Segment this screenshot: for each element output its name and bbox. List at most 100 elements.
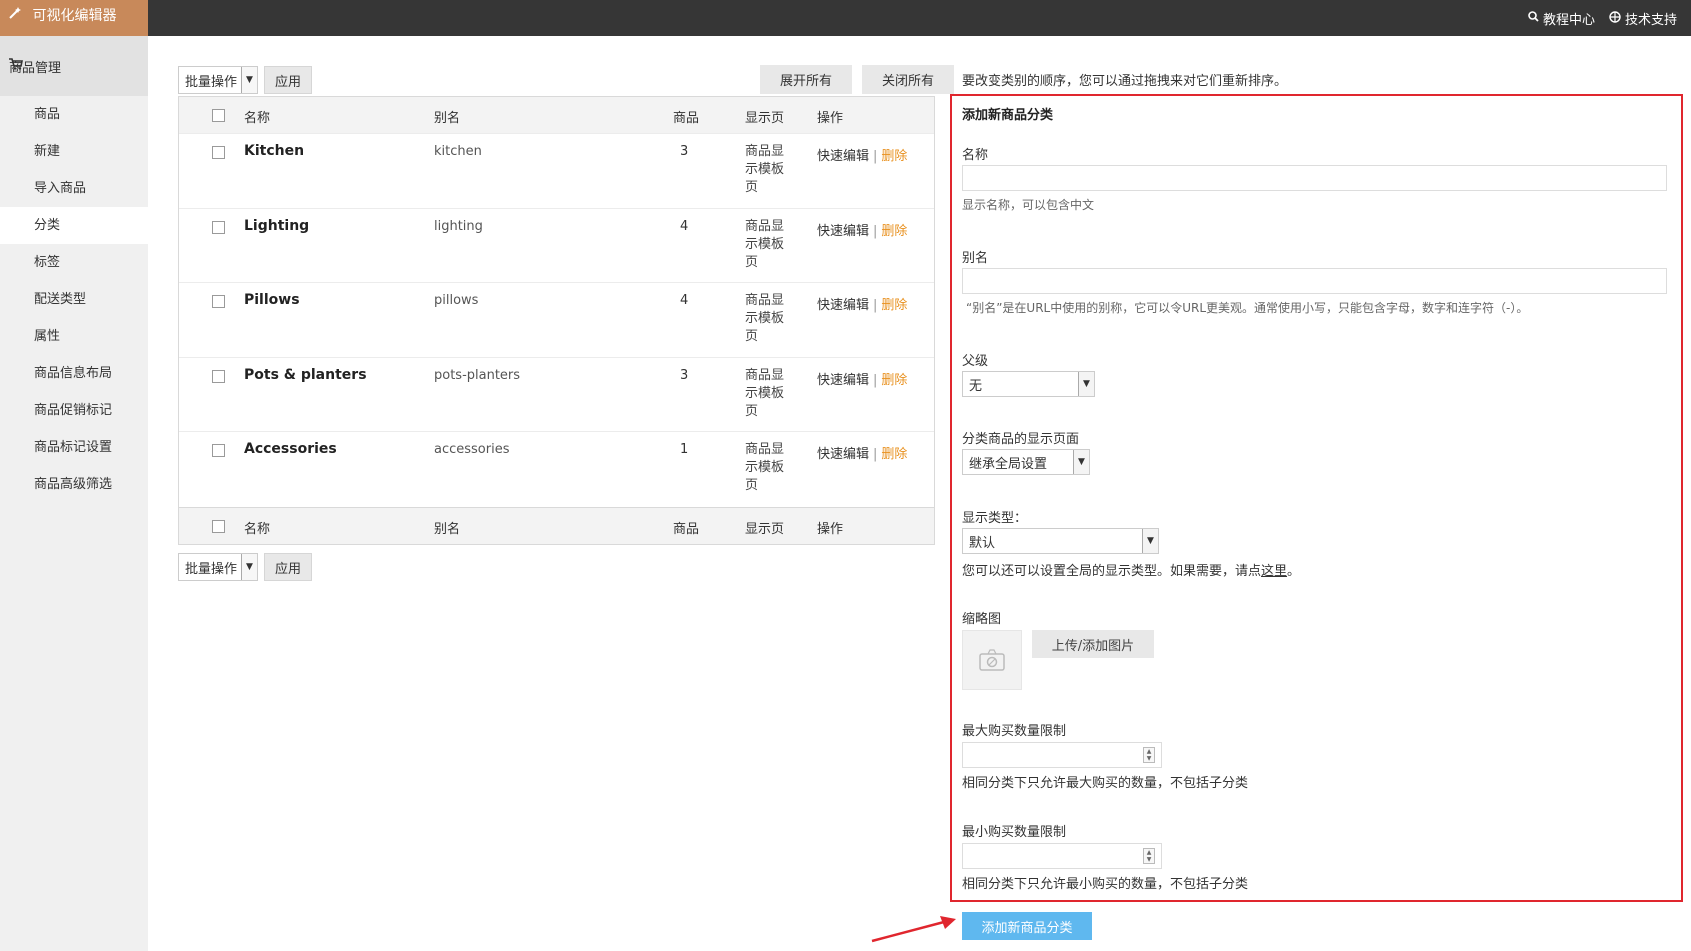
brand[interactable]: 可视化编辑器	[0, 0, 148, 36]
slug-label: 别名	[962, 251, 989, 266]
row-checkbox[interactable]	[212, 369, 225, 383]
action-separator: |	[873, 223, 878, 239]
category-slug: accessories	[434, 442, 510, 457]
category-slug: pillows	[434, 293, 479, 308]
delete-link[interactable]: 删除	[881, 224, 907, 239]
chevron-down-icon: ▼	[241, 554, 258, 580]
tutorial-link-label: 教程中心	[1542, 12, 1595, 28]
row-checkbox[interactable]	[212, 444, 225, 457]
category-name[interactable]: Pots & planters	[244, 367, 367, 383]
sidebar-item-promo-marks[interactable]: 商品促销标记	[0, 392, 148, 429]
min-qty-stepper[interactable]: ▲ ▼	[962, 843, 1162, 869]
select-all-checkbox-footer[interactable]	[212, 519, 225, 533]
delete-link[interactable]: 删除	[881, 447, 907, 462]
max-qty-stepper[interactable]: ▲ ▼	[962, 742, 1162, 768]
sidebar-item-layout[interactable]: 商品信息布局	[0, 355, 148, 392]
category-count[interactable]: 3	[680, 144, 688, 159]
sidebar-item-tags[interactable]: 标签	[0, 244, 148, 281]
min-qty-help: 相同分类下只允许最小购买的数量，不包括子分类	[962, 877, 1249, 892]
support-link[interactable]: 技术支持	[1609, 9, 1677, 28]
sidebar-section-goods[interactable]: 商品管理	[0, 36, 148, 96]
table-row: Pots & planters pots-planters 3 商品显示模板页 …	[179, 358, 934, 432]
chevron-down-icon: ▼	[1078, 372, 1094, 396]
spinner-arrows-icon[interactable]: ▲ ▼	[1143, 848, 1155, 864]
display-type-select[interactable]: 默认 ▼	[962, 528, 1159, 554]
chevron-down-icon: ▼	[1073, 450, 1089, 474]
display-type-help: 您可以还可以设置全局的显示类型。如果需要，请点这里。	[962, 560, 1300, 579]
form-title: 添加新商品分类	[962, 108, 1054, 123]
apply-button-bottom[interactable]: 应用	[264, 553, 313, 581]
category-name[interactable]: Accessories	[244, 441, 337, 457]
expand-all-button[interactable]: 展开所有	[760, 65, 852, 94]
sidebar-item-new[interactable]: 新建	[0, 133, 148, 170]
spinner-arrows-icon[interactable]: ▲ ▼	[1143, 747, 1155, 763]
sidebar-item-shipping[interactable]: 配送类型	[0, 281, 148, 318]
name-field[interactable]	[962, 165, 1667, 191]
sidebar-item-mark-settings[interactable]: 商品标记设置	[0, 429, 148, 466]
category-slug: pots-planters	[434, 367, 521, 383]
slug-field[interactable]	[962, 268, 1667, 294]
action-separator: |	[873, 372, 878, 388]
display-page-select[interactable]: 继承全局设置 ▼	[962, 449, 1090, 475]
column-footer-count[interactable]: 商品	[673, 518, 699, 537]
column-header-count[interactable]: 商品	[673, 107, 699, 126]
category-name[interactable]: Pillows	[244, 292, 300, 308]
collapse-all-button[interactable]: 关闭所有	[862, 65, 954, 94]
bulk-action-select-bottom[interactable]: 批量操作 ▼	[178, 553, 259, 581]
display-type-here-link[interactable]: 这里	[1261, 564, 1287, 579]
quick-edit-link[interactable]: 快速编辑	[817, 149, 869, 164]
column-footer-slug[interactable]: 别名	[434, 518, 460, 537]
category-template: 商品显示模板页	[745, 144, 785, 195]
sidebar-item-goods[interactable]: 商品	[0, 96, 148, 133]
category-count[interactable]: 4	[680, 219, 688, 234]
display-page-select-value: 继承全局设置	[969, 456, 1048, 472]
support-link-label: 技术支持	[1624, 12, 1677, 28]
column-footer-name[interactable]: 名称	[244, 518, 270, 537]
select-all-checkbox[interactable]	[212, 109, 225, 122]
sidebar-item-category[interactable]: 分类	[0, 207, 148, 244]
slug-help: “别名”是在URL中使用的别称，它可以令URL更美观。通常使用小写，只能包含字母…	[966, 301, 1529, 315]
column-footer-actions: 操作	[817, 521, 844, 537]
category-name[interactable]: Kitchen	[244, 143, 304, 159]
category-name[interactable]: Lighting	[244, 218, 309, 234]
column-header-slug[interactable]: 别名	[434, 107, 460, 126]
parent-select[interactable]: 无 ▼	[962, 371, 1095, 397]
delete-link[interactable]: 删除	[881, 298, 907, 313]
sidebar-item-advanced-filter[interactable]: 商品高级筛选	[0, 466, 148, 503]
sidebar-item-import[interactable]: 导入商品	[0, 170, 148, 207]
quick-edit-link[interactable]: 快速编辑	[817, 224, 869, 239]
quick-edit-link[interactable]: 快速编辑	[817, 447, 869, 462]
category-count[interactable]: 4	[680, 293, 688, 308]
apply-button-top[interactable]: 应用	[264, 66, 313, 94]
bulk-action-select-top[interactable]: 批量操作 ▼	[178, 66, 259, 94]
quick-edit-link[interactable]: 快速编辑	[817, 373, 869, 388]
add-category-button[interactable]: 添加新商品分类	[962, 912, 1092, 940]
delete-link[interactable]: 删除	[881, 149, 907, 164]
row-checkbox[interactable]	[212, 220, 225, 234]
row-checkbox[interactable]	[212, 295, 225, 308]
quick-edit-link[interactable]: 快速编辑	[817, 298, 869, 313]
parent-label: 父级	[962, 354, 989, 369]
reorder-hint: 要改变类别的顺序，您可以通过拖拽来对它们重新排序。	[962, 74, 1288, 89]
max-qty-help: 相同分类下只允许最大购买的数量，不包括子分类	[962, 776, 1249, 791]
delete-link[interactable]: 删除	[881, 373, 907, 388]
category-table: 名称 别名 商品 显示页 操作 Kitchen kitchen 3 商品显示模板…	[178, 96, 935, 545]
row-checkbox[interactable]	[212, 146, 225, 159]
category-slug: lighting	[434, 218, 483, 234]
chevron-down-icon: ▼	[1142, 529, 1158, 553]
sidebar-item-attributes[interactable]: 属性	[0, 318, 148, 355]
upload-image-button[interactable]: 上传/添加图片	[1032, 630, 1154, 658]
bulk-actions-bottom: 批量操作 ▼ 应用	[178, 553, 313, 581]
row-actions: 快速编辑 | 删除	[817, 369, 907, 388]
top-links: 教程中心 技术支持	[1528, 0, 1677, 36]
category-template: 商品显示模板页	[745, 442, 785, 493]
sidebar: 商品管理 商品 新建 导入商品 分类 标签 配送类型 属性 商品信息布局 商品促…	[0, 36, 148, 951]
column-footer-template: 显示页	[745, 521, 785, 537]
category-count[interactable]: 1	[680, 442, 688, 457]
column-header-template: 显示页	[745, 111, 785, 126]
tutorial-link[interactable]: 教程中心	[1528, 9, 1595, 28]
bulk-action-value: 批量操作	[185, 74, 238, 90]
column-header-name[interactable]: 名称	[244, 107, 270, 126]
action-separator: |	[873, 298, 878, 313]
category-count[interactable]: 3	[680, 368, 688, 383]
